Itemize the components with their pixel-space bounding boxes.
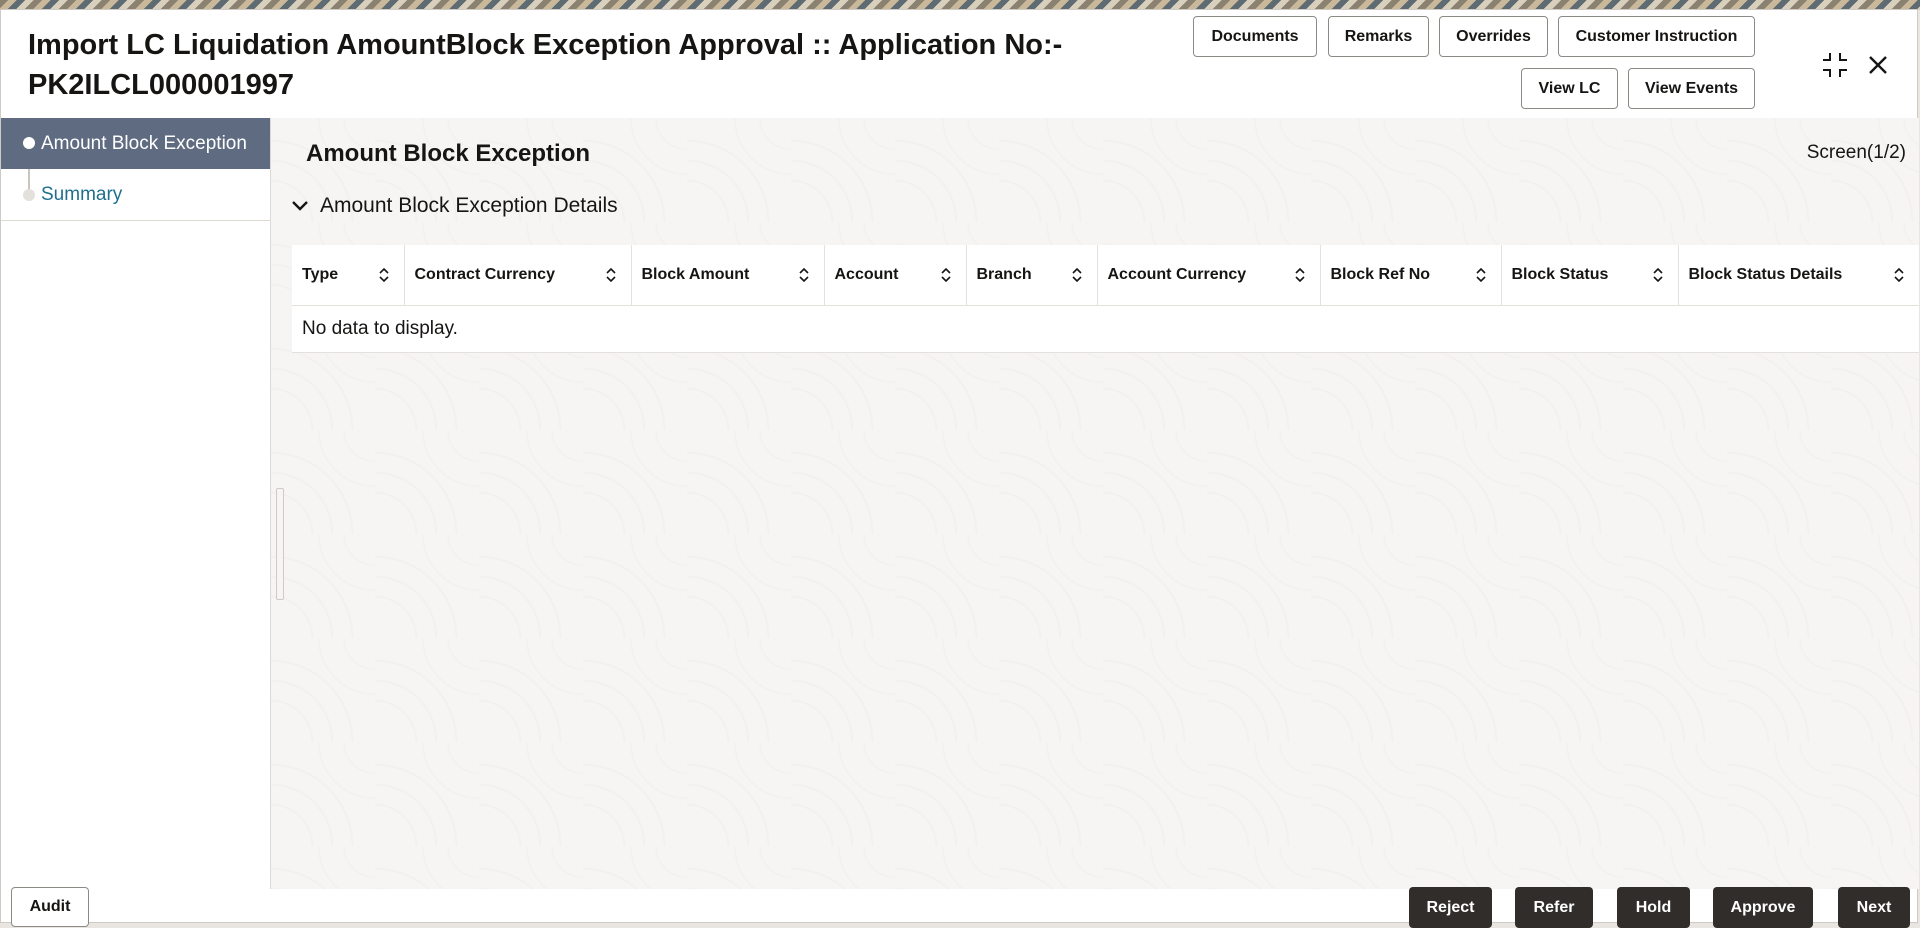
sidebar-item-amount-block-exception[interactable]: Amount Block Exception [1,118,270,169]
window-header: Import LC Liquidation AmountBlock Except… [1,10,1917,119]
sort-icon [1071,267,1083,283]
column-label: Account Currency [1108,266,1247,283]
step-sidebar: Amount Block Exception Summary [1,118,271,889]
page-title: Import LC Liquidation AmountBlock Except… [28,25,1078,105]
column-label: Account [835,266,899,283]
column-label: Branch [977,266,1032,283]
reject-button[interactable]: Reject [1409,887,1492,928]
minimize-button[interactable] [1818,48,1852,82]
column-header-block-status[interactable]: Block Status [1501,245,1678,305]
sort-icon [605,267,617,283]
column-header-block-ref-no[interactable]: Block Ref No [1320,245,1501,305]
approve-button[interactable]: Approve [1713,887,1813,928]
column-header-contract-currency[interactable]: Contract Currency [404,245,631,305]
overrides-button[interactable]: Overrides [1439,16,1548,57]
documents-button[interactable]: Documents [1193,16,1317,57]
table-header-row: Type Contract Currency Block Amount Acco… [292,245,1919,305]
details-panel-label: Amount Block Exception Details [320,194,618,218]
column-header-account[interactable]: Account [824,245,966,305]
column-label: Block Status Details [1689,266,1843,283]
details-panel-toggle[interactable]: Amount Block Exception Details [291,194,618,218]
customer-instruction-button[interactable]: Customer Instruction [1558,16,1755,57]
table-row: No data to display. [292,305,1919,352]
column-label: Block Status [1512,266,1609,283]
close-icon [1867,54,1889,76]
view-lc-button[interactable]: View LC [1521,68,1618,109]
approval-window: Import LC Liquidation AmountBlock Except… [0,9,1918,923]
column-header-type[interactable]: Type [292,245,404,305]
column-label: Contract Currency [415,266,555,283]
panel-resize-handle[interactable] [276,488,284,600]
sidebar-item-label: Summary [41,184,122,206]
sort-icon [1652,267,1664,283]
sort-icon [378,267,390,283]
main-content: Amount Block Exception Screen(1/2) Amoun… [271,118,1919,889]
hold-button[interactable]: Hold [1617,887,1690,928]
sort-icon [1294,267,1306,283]
refer-button[interactable]: Refer [1515,887,1593,928]
column-label: Block Amount [642,266,750,283]
screen-indicator: Screen(1/2) [1807,142,1906,164]
column-label: Block Ref No [1331,266,1431,283]
chevron-down-icon [291,200,309,212]
column-header-account-currency[interactable]: Account Currency [1097,245,1320,305]
close-button[interactable] [1861,48,1895,82]
column-header-block-amount[interactable]: Block Amount [631,245,824,305]
column-header-block-status-details[interactable]: Block Status Details [1678,245,1919,305]
view-events-button[interactable]: View Events [1628,68,1755,109]
column-label: Type [302,266,338,283]
column-header-branch[interactable]: Branch [966,245,1097,305]
remarks-button[interactable]: Remarks [1328,16,1429,57]
step-dot-icon [23,137,35,149]
action-footer: Audit Reject Refer Hold Approve Next [1,889,1917,924]
compress-icon [1821,51,1849,79]
sort-icon [798,267,810,283]
sidebar-item-summary[interactable]: Summary [1,169,270,221]
amount-block-table: Type Contract Currency Block Amount Acco… [292,245,1919,353]
sidebar-item-label: Amount Block Exception [41,133,247,155]
sort-icon [1893,267,1905,283]
empty-table-message: No data to display. [292,305,1919,352]
audit-button[interactable]: Audit [11,887,89,927]
step-dot-icon [23,189,35,201]
sort-icon [1475,267,1487,283]
sort-icon [940,267,952,283]
section-title: Amount Block Exception [306,140,590,168]
next-button[interactable]: Next [1838,887,1910,928]
